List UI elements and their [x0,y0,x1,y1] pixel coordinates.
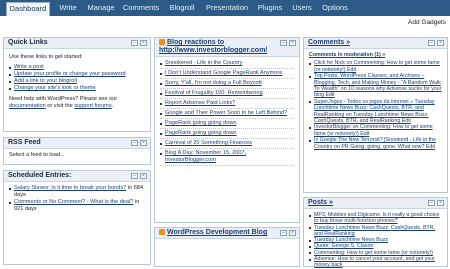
post-item[interactable]: Tuesday Lunchtime News Buzz [314,237,388,243]
reaction-item[interactable]: Sorry, Y'all, I'm not doing a Full Boyco… [165,80,262,86]
widget-header: Quick Links – × [4,38,150,49]
blog-reactions-widget: Blog reactions to http://www.investorblo… [154,37,300,223]
tab-presentation[interactable]: Presentation [203,2,251,14]
close-icon[interactable]: × [140,40,147,46]
rss-icon [159,229,165,235]
quick-link[interactable]: Add a link to your blogroll [14,78,77,84]
minimize-icon[interactable]: – [131,173,138,179]
close-icon[interactable]: × [140,140,147,146]
reaction-item[interactable]: Carnival of 20 Something Finances [165,140,252,146]
minimize-icon[interactable]: – [428,200,435,206]
reaction-item[interactable]: Blog A Day: November 15, 2007, InvestorB… [165,150,246,163]
quick-link[interactable]: Change your site's look or theme [14,85,96,91]
minimize-icon[interactable]: – [428,40,435,46]
tab-blogroll[interactable]: Blogroll [165,2,199,14]
post-item[interactable]: Adsense: How to cancel your account, and… [314,256,435,268]
reaction-item[interactable]: PageRank going going down [165,120,237,126]
tab-options[interactable]: Options [318,2,352,14]
quick-link[interactable]: Update your profile or change your passw… [14,71,126,77]
comment-item[interactable]: InvestorBlogger on Commenting: How to ge… [314,124,433,136]
widget-title: Scheduled Entries: [8,172,72,179]
sub-bar: Add Gadgets [0,16,450,30]
comment-item[interactable]: Click for Nick on Commenting: How to get… [314,60,440,72]
support-forums-link[interactable]: support forums [74,103,111,109]
reaction-item[interactable]: Festival of Frugality 100: Remembering [165,90,263,96]
rss-feed-widget: RSS Feed – × Select a feed to load... [3,137,151,165]
close-icon[interactable]: × [437,40,444,46]
widget-title[interactable]: Posts » [308,199,333,206]
quick-links-intro: Use these links to get started: [9,54,83,60]
tab-users[interactable]: Users [290,2,314,14]
comment-item[interactable]: Is Google The New Terrorist? [Snookerd -… [314,137,436,149]
documentation-link[interactable]: documentation [9,103,46,109]
scheduled-entry: Comments or No Comment? - What is the de… [9,199,145,213]
minimize-icon[interactable]: – [131,140,138,146]
tab-plugins[interactable]: Plugins [255,2,285,14]
post-item[interactable]: MP3, Mobiles and Digicams: Is it really … [314,212,439,224]
widget-title[interactable]: Blog reactions to http://www.investorblo… [159,39,267,55]
posts-widget: Posts » – × MP3, Mobiles and Digicams: I… [303,197,448,268]
comments-moderation-link[interactable]: Comments in moderation (1) » [309,52,442,58]
wp-dev-blog-widget: WordPress Development Blog – × [154,227,300,267]
post-item[interactable]: Commenting: How to get some fame (or not… [314,250,433,256]
comments-widget: Comments » – × Comments in moderation (1… [303,37,448,193]
comment-item[interactable]: Top Posts, WordPress Classes, and Archiv… [314,73,442,98]
minimize-icon[interactable]: – [131,40,138,46]
widget-title[interactable]: WordPress Development Blog [159,229,267,236]
comment-item[interactable]: SuperJogos - Todos os jogos da internet … [314,99,435,124]
close-icon[interactable]: × [437,200,444,206]
widget-title[interactable]: Comments » [308,39,350,46]
reaction-item[interactable]: Google and Their Power Soon to be Left B… [165,110,287,116]
tab-write[interactable]: Write [54,2,82,14]
widget-title: RSS Feed [8,139,41,146]
add-gadgets-link[interactable]: Add Gadgets [408,19,446,26]
scheduled-entry: Salary Slaves: Is it time to break your … [9,185,145,199]
reaction-item[interactable]: Snookered - Life in the Country [165,60,242,66]
help-text: Need help with WordPress? Please see our… [9,96,118,109]
reaction-item[interactable]: I Don't Understand Google PageRank Anymo… [165,70,282,76]
tab-dashboard[interactable]: Dashboard [6,2,50,16]
quick-links-widget: Quick Links – × Use these links to get s… [3,37,151,132]
close-icon[interactable]: × [140,173,147,179]
top-navigation: Dashboard Write Manage Comments Blogroll… [0,0,450,16]
post-item[interactable]: Quote: George S. Clason [314,243,373,249]
tab-comments[interactable]: Comments [121,2,161,14]
close-icon[interactable]: × [289,230,296,236]
scheduled-entries-widget: Scheduled Entries: – × Salary Slaves: Is… [3,170,151,265]
minimize-icon[interactable]: – [280,230,287,236]
close-icon[interactable]: × [289,40,296,46]
tab-manage[interactable]: Manage [85,2,117,14]
reaction-item[interactable]: Report Adsense Paid Links? [165,100,235,106]
quick-link[interactable]: Write a post [14,64,44,70]
rss-feed-message: Select a feed to load... [9,152,65,158]
post-item[interactable]: Tuesday Lunchtime News Buzz: CashQuests,… [314,225,435,237]
minimize-icon[interactable]: – [280,40,287,46]
rss-icon [159,39,165,45]
reaction-item[interactable]: PageRank going going down [165,130,237,136]
widget-title: Quick Links [8,39,48,46]
